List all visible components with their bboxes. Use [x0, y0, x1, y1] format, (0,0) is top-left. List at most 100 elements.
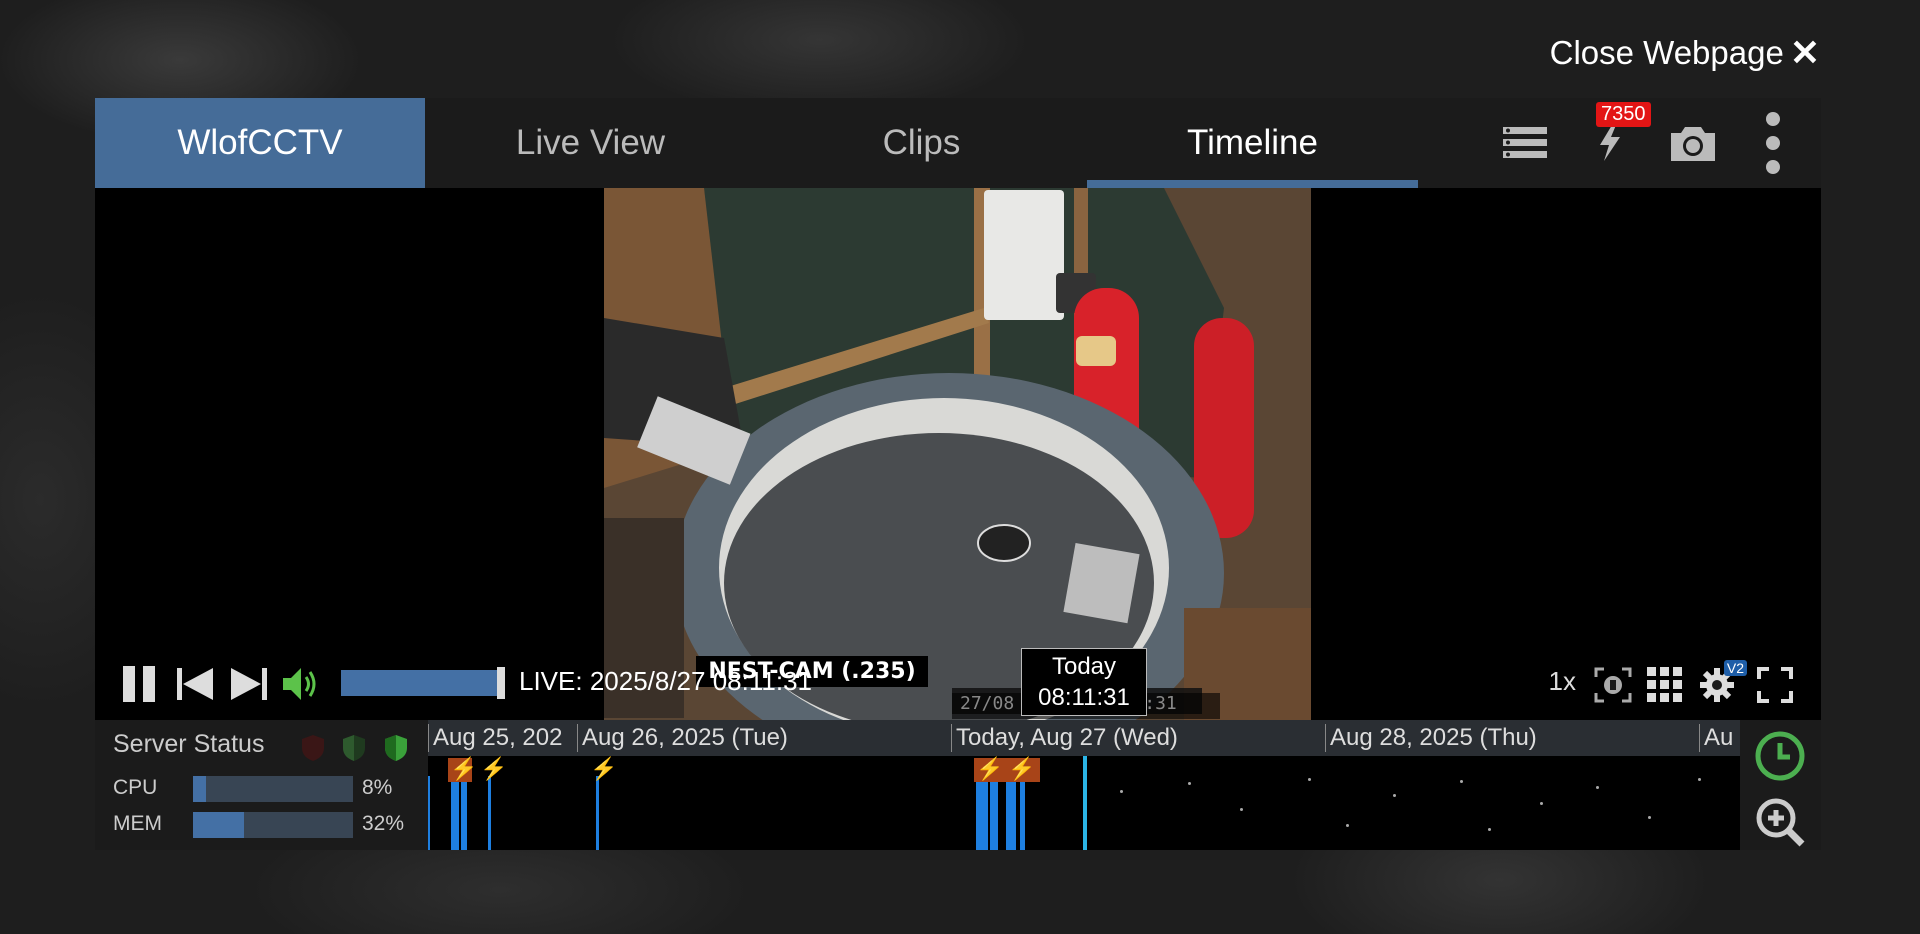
- snapshot-button[interactable]: [1663, 98, 1723, 188]
- cpu-label: CPU: [113, 776, 158, 799]
- shield-green-icon: [385, 735, 407, 761]
- future-dot: [1698, 778, 1701, 781]
- top-navigation-bar: WlofCCTV Live View Clips Timeline 7350: [95, 98, 1821, 188]
- timeline-event[interactable]: [1020, 782, 1025, 850]
- server-status-panel: Server Status CPU 8% MEM 32%: [95, 720, 428, 850]
- mem-value: 32%: [362, 812, 405, 835]
- cpu-value: 8%: [362, 776, 393, 799]
- tab-clips[interactable]: Clips: [756, 98, 1087, 188]
- timeline-event[interactable]: [976, 782, 988, 850]
- alert-bolt-icon[interactable]: ⚡: [1008, 756, 1035, 782]
- future-dot: [1308, 778, 1311, 781]
- previous-button[interactable]: [175, 664, 215, 704]
- future-dot: [1540, 802, 1543, 805]
- shield-dim-green-icon: [343, 735, 365, 761]
- timeline-event[interactable]: [1006, 782, 1016, 850]
- zoom-in-button[interactable]: [1754, 796, 1806, 848]
- jump-to-now-button[interactable]: [1754, 730, 1806, 782]
- camera-feed: [604, 188, 1311, 720]
- tooltip-day: Today: [1051, 653, 1117, 680]
- more-vertical-icon: [1766, 112, 1780, 174]
- future-dot: [1240, 808, 1243, 811]
- brand-label: WlofCCTV: [177, 123, 343, 162]
- settings-version-badge: V2: [1723, 660, 1747, 676]
- cpu-bar-fill: [193, 776, 206, 802]
- live-timestamp: LIVE: 2025/8/27 08:11:31: [519, 666, 812, 696]
- timeline-side-tools: [1740, 720, 1821, 850]
- volume-slider[interactable]: [341, 667, 505, 699]
- timeline-date[interactable]: Au: [1699, 724, 1733, 752]
- timeline-track[interactable]: Aug 25, 202 Aug 26, 2025 (Tue) Today, Au…: [428, 720, 1740, 850]
- future-dot: [1188, 782, 1191, 785]
- more-menu-button[interactable]: [1753, 98, 1793, 188]
- close-webpage-label: Close Webpage: [1549, 34, 1784, 71]
- timeline-event[interactable]: [596, 776, 599, 850]
- close-webpage-button[interactable]: Close Webpage ✕: [1550, 32, 1820, 74]
- timeline-date[interactable]: Aug 28, 2025 (Thu): [1325, 724, 1537, 752]
- grid-layout-button[interactable]: [1645, 666, 1685, 704]
- alert-bolt-icon[interactable]: ⚡: [590, 756, 617, 782]
- server-status-title: Server Status: [113, 730, 265, 758]
- timeline-event[interactable]: [451, 782, 459, 850]
- pause-icon: [123, 666, 155, 702]
- camera-icon: [1671, 127, 1715, 161]
- tab-timeline-label: Timeline: [1187, 123, 1318, 162]
- timeline-cursor-tooltip: Today 08:11:31: [1021, 648, 1147, 716]
- zoom-in-icon: [1756, 798, 1805, 847]
- tab-timeline[interactable]: Timeline: [1087, 98, 1418, 188]
- timeline-event[interactable]: [461, 782, 467, 850]
- future-dot: [1393, 794, 1396, 797]
- tooltip-time: 08:11:31: [1038, 684, 1130, 711]
- timeline-date[interactable]: Aug 26, 2025 (Tue): [577, 724, 788, 752]
- timeline-event[interactable]: [488, 776, 491, 850]
- mem-label: MEM: [113, 812, 162, 835]
- future-dot: [1488, 828, 1491, 831]
- tab-clips-label: Clips: [882, 123, 961, 162]
- cpu-bar: [193, 776, 353, 802]
- player-controls: LIVE: 2025/8/27 08:11:31 1x V2: [95, 656, 1821, 712]
- timeline-event[interactable]: [990, 782, 998, 850]
- timeline-date[interactable]: Aug 25, 202: [428, 724, 562, 752]
- next-button[interactable]: [229, 664, 269, 704]
- timeline-date-header: Aug 25, 202 Aug 26, 2025 (Tue) Today, Au…: [428, 720, 1740, 756]
- volume-button[interactable]: [281, 664, 321, 704]
- future-dot: [1120, 790, 1123, 793]
- future-dot: [1596, 786, 1599, 789]
- settings-button[interactable]: V2: [1697, 660, 1747, 704]
- clock-icon: [1755, 731, 1805, 781]
- tab-live-view[interactable]: Live View: [425, 98, 756, 188]
- alert-bolt-icon[interactable]: ⚡: [480, 756, 507, 782]
- volume-icon: [283, 668, 316, 700]
- video-player[interactable]: [95, 188, 1821, 720]
- alerts-count-badge: 7350: [1596, 102, 1651, 127]
- timeline-event[interactable]: [428, 776, 430, 850]
- digital-zoom-button[interactable]: [1593, 666, 1633, 704]
- future-dot: [1460, 780, 1463, 783]
- timeline-now-indicator[interactable]: [1083, 756, 1087, 850]
- playback-speed-button[interactable]: 1x: [1549, 666, 1576, 697]
- alerts-button[interactable]: 7350: [1580, 98, 1651, 188]
- list-view-button[interactable]: [1495, 98, 1555, 188]
- list-icon: [1503, 127, 1547, 158]
- tab-live-view-label: Live View: [515, 123, 666, 162]
- grid-icon: [1647, 667, 1682, 702]
- close-icon: ✕: [1789, 32, 1820, 73]
- fullscreen-icon: [1757, 667, 1793, 703]
- skip-next-icon: [231, 668, 267, 700]
- cctv-window: WlofCCTV Live View Clips Timeline 7350 N…: [95, 98, 1821, 850]
- shield-red-icon: [302, 735, 324, 761]
- pause-button[interactable]: [119, 664, 159, 704]
- skip-previous-icon: [177, 668, 213, 700]
- volume-slider-thumb[interactable]: [497, 667, 505, 699]
- timeline-date[interactable]: Today, Aug 27 (Wed): [951, 724, 1178, 752]
- future-dot: [1346, 824, 1349, 827]
- future-dot: [1648, 816, 1651, 819]
- alert-bolt-icon[interactable]: ⚡: [450, 756, 477, 782]
- bolt-icon: [1600, 125, 1620, 161]
- fullscreen-button[interactable]: [1755, 666, 1795, 704]
- brand-tab[interactable]: WlofCCTV: [95, 98, 425, 188]
- alert-bolt-icon[interactable]: ⚡: [976, 756, 1003, 782]
- mem-bar: [193, 812, 353, 838]
- mem-bar-fill: [193, 812, 245, 838]
- bottom-panel: Server Status CPU 8% MEM 32% Aug 25, 202…: [95, 720, 1821, 850]
